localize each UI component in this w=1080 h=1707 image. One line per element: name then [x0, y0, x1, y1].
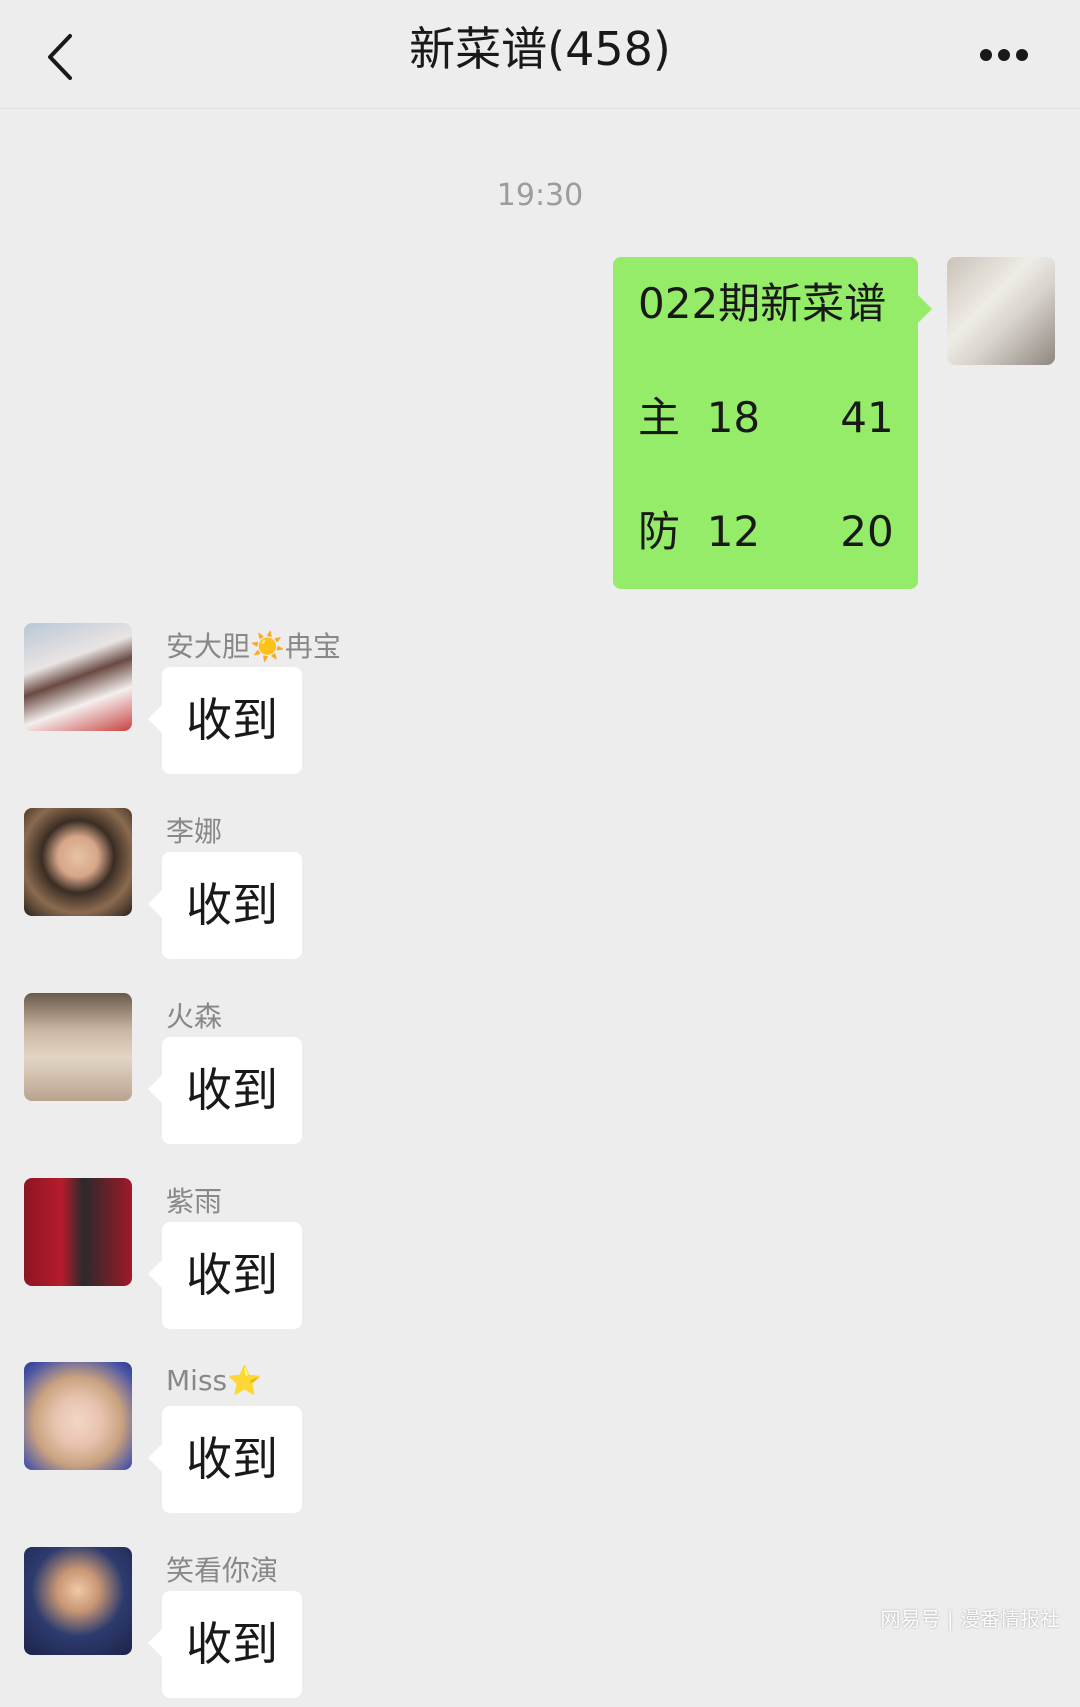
my-avatar[interactable]	[947, 257, 1055, 365]
message-bubble[interactable]: 收到	[148, 1222, 302, 1329]
more-dot	[998, 49, 1010, 61]
sent-message-line: 主 18 41	[638, 393, 894, 442]
sender-name: Miss⭐	[166, 1364, 262, 1397]
message-bubble[interactable]: 收到	[148, 1406, 302, 1513]
watermark: 网易号 | 漫番情报社	[880, 1607, 1060, 1631]
header-bar: 新菜谱(458)	[0, 0, 1080, 109]
message-bubble[interactable]: 收到	[148, 1037, 302, 1144]
message-bubble[interactable]: 收到	[148, 1591, 302, 1698]
chat-message: Miss⭐ 收到	[0, 1362, 1080, 1522]
avatar[interactable]	[24, 1547, 132, 1655]
sent-message-line: 022期新菜谱	[638, 279, 887, 328]
avatar[interactable]	[24, 1362, 132, 1470]
sender-name: 火森	[166, 1000, 223, 1033]
sender-name: 笑看你演	[166, 1554, 279, 1587]
avatar[interactable]	[24, 808, 132, 916]
avatar[interactable]	[24, 993, 132, 1101]
sent-message-bubble[interactable]: 022期新菜谱 主 18 41 防 12 20	[613, 257, 932, 589]
avatar[interactable]	[24, 623, 132, 731]
more-dot	[1016, 49, 1028, 61]
sent-message-line: 防 12 20	[638, 507, 894, 556]
chat-message: 安大胆☀️冉宝 收到	[0, 623, 1080, 783]
sender-name: 安大胆☀️冉宝	[166, 630, 341, 663]
chat-message: 火森 收到	[0, 993, 1080, 1153]
sender-name: 紫雨	[166, 1185, 223, 1218]
avatar[interactable]	[24, 1178, 132, 1286]
sender-name: 李娜	[166, 815, 223, 848]
message-timestamp: 19:30	[496, 178, 584, 213]
chat-message: 紫雨 收到	[0, 1178, 1080, 1338]
more-dots-icon	[980, 49, 992, 61]
message-bubble[interactable]: 收到	[148, 852, 302, 959]
message-bubble[interactable]: 收到	[148, 667, 302, 774]
chat-message: 李娜 收到	[0, 808, 1080, 968]
more-button[interactable]	[964, 20, 1044, 84]
chat-title: 新菜谱(458)	[409, 22, 671, 76]
